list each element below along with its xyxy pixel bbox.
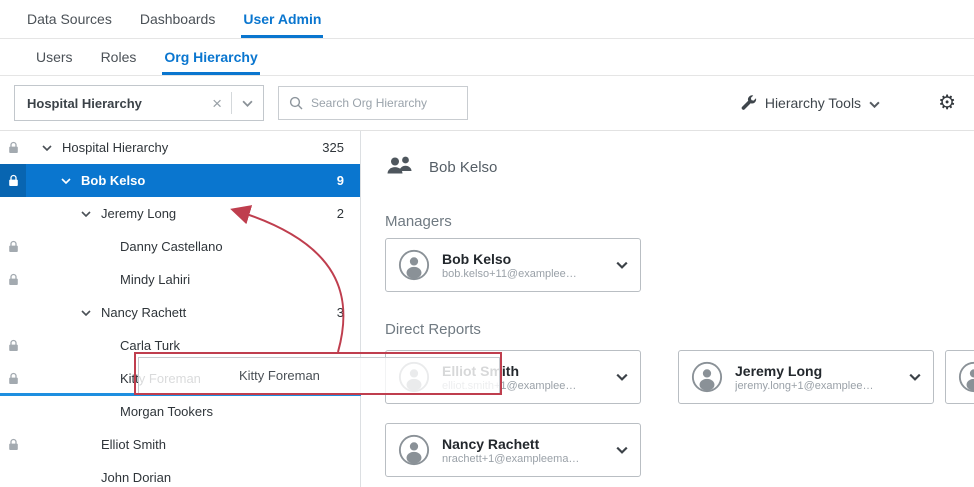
- hierarchy-select[interactable]: Hospital Hierarchy ×: [14, 85, 264, 121]
- tree-row-label: Morgan Tookers: [120, 404, 213, 419]
- chevron-down-icon: [869, 101, 880, 108]
- org-tree: Hospital Hierarchy 325 Bob Kelso 9 Jerem…: [0, 131, 361, 487]
- chevron-down-icon[interactable]: [232, 100, 263, 107]
- tree-row-label: Bob Kelso: [81, 173, 145, 188]
- drag-ghost: Kitty Foreman: [138, 357, 500, 394]
- toolbar: Hospital Hierarchy × Hierarchy Tools ⚙: [0, 76, 974, 131]
- user-card-direct-report-clipped[interactable]: [945, 350, 974, 404]
- tree-row[interactable]: Morgan Tookers: [0, 395, 360, 428]
- sub-nav: Users Roles Org Hierarchy: [0, 39, 974, 76]
- user-card-text: Nancy Rachett nrachett+1@exampleema…: [442, 435, 579, 465]
- tree-row-label: Hospital Hierarchy: [62, 140, 168, 155]
- user-card-name: Nancy Rachett: [442, 435, 579, 453]
- user-card-direct-report[interactable]: Jeremy Long jeremy.long+1@examplee…: [678, 350, 934, 404]
- tab-users[interactable]: Users: [22, 39, 87, 75]
- tree-row-count: 3: [337, 305, 360, 320]
- avatar-icon: [398, 434, 430, 466]
- tree-row[interactable]: Mindy Lahiri: [0, 263, 360, 296]
- app-screen: Data Sources Dashboards User Admin Users…: [0, 0, 974, 487]
- avatar-icon: [958, 361, 974, 393]
- tree-row-label: Elliot Smith: [101, 437, 166, 452]
- wrench-icon: [741, 94, 757, 113]
- group-icon: [385, 153, 415, 182]
- detail-panel: Bob Kelso Managers Bob Kelso bob.kelso+1…: [361, 131, 974, 487]
- user-card-email: nrachett+1@exampleema…: [442, 453, 579, 465]
- avatar-icon: [691, 361, 723, 393]
- tab-roles[interactable]: Roles: [87, 39, 151, 75]
- org-search: [278, 86, 468, 120]
- lock-icon: [0, 428, 26, 461]
- lock-icon: [0, 329, 26, 362]
- user-card-name: Bob Kelso: [442, 250, 577, 268]
- hierarchy-tools-label: Hierarchy Tools: [765, 95, 861, 111]
- direct-reports-section-label: Direct Reports: [385, 321, 481, 338]
- managers-section-label: Managers: [385, 213, 452, 230]
- tree-row-label: Nancy Rachett: [101, 305, 186, 320]
- tree-row-label: Carla Turk: [120, 338, 180, 353]
- user-card-email: jeremy.long+1@examplee…: [735, 380, 873, 392]
- tab-label: Org Hierarchy: [164, 49, 257, 65]
- chevron-down-icon[interactable]: [81, 310, 101, 316]
- lock-icon: [0, 164, 26, 197]
- tree-row-count: 9: [337, 173, 360, 188]
- drag-ghost-label: Kitty Foreman: [239, 368, 320, 383]
- tab-org-hierarchy[interactable]: Org Hierarchy: [150, 39, 271, 75]
- nav-item-label: Dashboards: [140, 11, 216, 27]
- chevron-down-icon[interactable]: [81, 211, 101, 217]
- top-nav: Data Sources Dashboards User Admin: [0, 0, 974, 39]
- user-card-email: bob.kelso+11@examplee…: [442, 268, 577, 280]
- nav-item-label: Data Sources: [27, 11, 112, 27]
- user-card-name: Jeremy Long: [735, 362, 873, 380]
- nav-item-data-sources[interactable]: Data Sources: [13, 0, 126, 38]
- tab-label: Users: [36, 49, 73, 65]
- lock-icon: [0, 230, 26, 263]
- hierarchy-tools-button[interactable]: Hierarchy Tools: [741, 94, 880, 113]
- detail-title: Bob Kelso: [429, 159, 497, 176]
- avatar-icon: [398, 249, 430, 281]
- tree-row[interactable]: Jeremy Long 2: [0, 197, 360, 230]
- nav-item-dashboards[interactable]: Dashboards: [126, 0, 230, 38]
- tree-row[interactable]: Danny Castellano: [0, 230, 360, 263]
- tree-row-selected[interactable]: Bob Kelso 9: [0, 164, 360, 197]
- tree-row[interactable]: John Dorian: [0, 461, 360, 487]
- tree-row-count: 2: [337, 206, 360, 221]
- user-card-direct-report[interactable]: Nancy Rachett nrachett+1@exampleema…: [385, 423, 641, 477]
- nav-item-user-admin[interactable]: User Admin: [229, 0, 335, 38]
- chevron-down-icon[interactable]: [616, 261, 628, 269]
- lock-icon: [0, 263, 26, 296]
- lock-icon: [0, 131, 26, 164]
- chevron-down-icon[interactable]: [42, 145, 62, 151]
- tree-row-label: Danny Castellano: [120, 239, 223, 254]
- search-input[interactable]: [303, 96, 467, 110]
- tree-row-count: 325: [322, 140, 360, 155]
- tree-row[interactable]: Elliot Smith: [0, 428, 360, 461]
- user-card-text: Jeremy Long jeremy.long+1@examplee…: [735, 362, 873, 392]
- tree-row[interactable]: Hospital Hierarchy 325: [0, 131, 360, 164]
- chevron-down-icon[interactable]: [616, 373, 628, 381]
- tree-row-label: John Dorian: [101, 470, 171, 485]
- clear-icon[interactable]: ×: [203, 95, 231, 112]
- detail-header: Bob Kelso: [385, 153, 497, 182]
- lock-icon: [0, 362, 26, 395]
- settings-gear-icon[interactable]: ⚙: [938, 93, 956, 113]
- chevron-down-icon[interactable]: [909, 373, 921, 381]
- chevron-down-icon[interactable]: [616, 446, 628, 454]
- user-card-text: Bob Kelso bob.kelso+11@examplee…: [442, 250, 577, 280]
- tree-row-label: Mindy Lahiri: [120, 272, 190, 287]
- nav-item-label: User Admin: [243, 11, 321, 27]
- search-icon: [289, 96, 303, 110]
- hierarchy-select-value: Hospital Hierarchy: [15, 96, 203, 111]
- tab-label: Roles: [101, 49, 137, 65]
- user-card-manager[interactable]: Bob Kelso bob.kelso+11@examplee…: [385, 238, 641, 292]
- tree-row-label: Jeremy Long: [101, 206, 176, 221]
- tree-row[interactable]: Nancy Rachett 3: [0, 296, 360, 329]
- chevron-down-icon[interactable]: [61, 178, 81, 184]
